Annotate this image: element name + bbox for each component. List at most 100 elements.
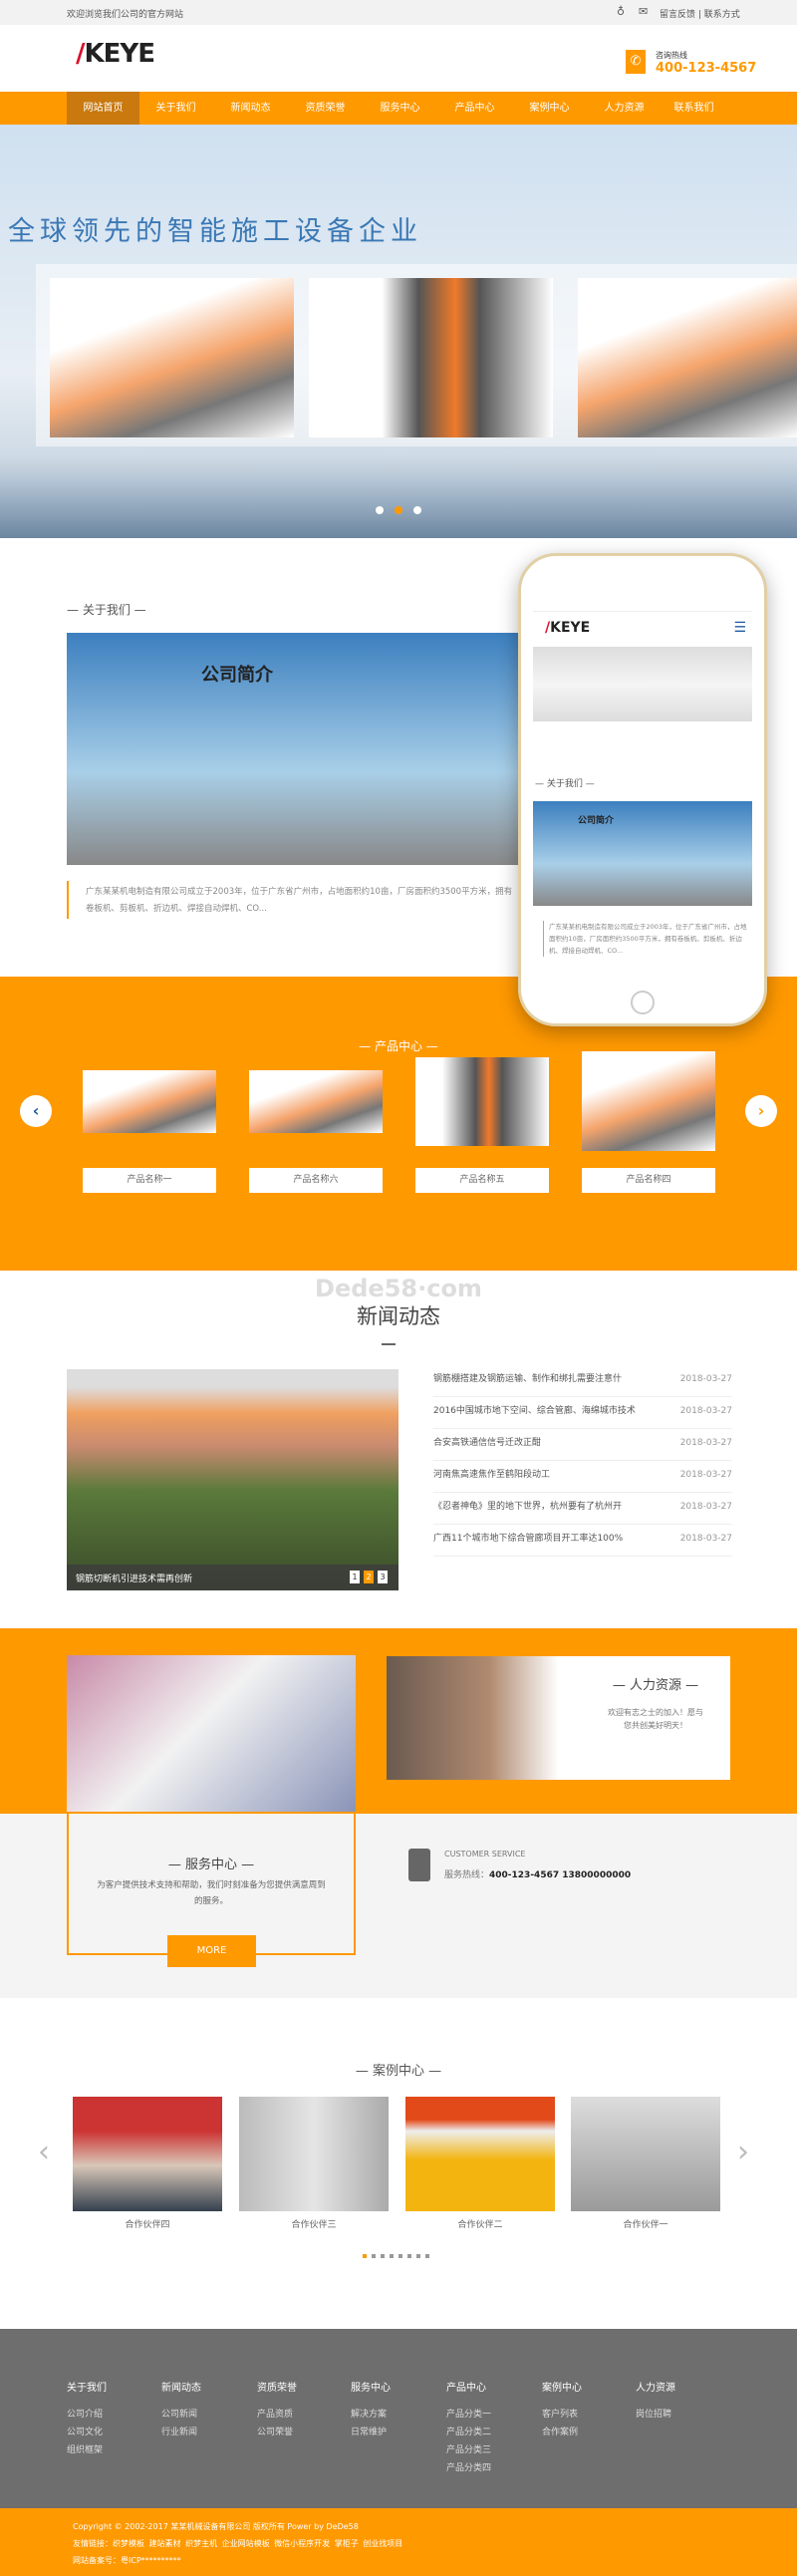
nav-hr[interactable]: 人力资源 [588,92,661,125]
friend-link[interactable]: 建站素材 [149,2539,181,2548]
nav-cases[interactable]: 案例中心 [513,92,586,125]
friend-link[interactable]: 掌柜子 [335,2539,359,2548]
case-dot[interactable] [425,2254,429,2258]
friend-link[interactable]: 织梦主机 [185,2539,217,2548]
next-arrow-icon[interactable]: › [745,1095,777,1127]
case-label[interactable]: 合作伙伴二 [405,2217,555,2230]
product-image[interactable] [582,1051,715,1151]
news-item[interactable]: 钢筋棚搭建及钢筋运输、制作和绑扎需要注意什 2018-03-27 [433,1365,732,1397]
news-item[interactable]: 广西11个城市地下综合管廊项目开工率达100% 2018-03-27 [433,1525,732,1557]
case-dot[interactable] [416,2254,420,2258]
news-item[interactable]: 2016中国城市地下空间、综合管廊、海绵城市技术 2018-03-27 [433,1397,732,1429]
footer-link[interactable]: 行业新闻 [161,2424,201,2441]
case-dot[interactable] [381,2254,385,2258]
logo[interactable]: /KEYE [76,39,155,69]
news-item[interactable]: 河南焦高速焦作至鹤阳段动工 2018-03-27 [433,1461,732,1493]
product-image[interactable] [83,1070,216,1133]
product-name[interactable]: 产品名称五 [415,1168,549,1193]
nav-news[interactable]: 新闻动态 [214,92,287,125]
news-item-date: 2018-03-27 [679,1534,732,1544]
friend-links-label: 友情链接： [73,2539,113,2548]
case-image[interactable] [571,2097,720,2211]
pager-1[interactable]: 1 [350,1571,360,1583]
case-label[interactable]: 合作伙伴四 [73,2217,222,2230]
case-image[interactable] [73,2097,222,2211]
more-button[interactable]: MORE [167,1935,256,1967]
banner-dot[interactable] [413,506,421,514]
news-item[interactable]: 《忍者神龟》里的地下世界，杭州要有了杭州开 2018-03-27 [433,1493,732,1525]
product-image[interactable] [249,1070,383,1133]
friend-link[interactable]: 织梦模板 [113,2539,144,2548]
case-image[interactable] [239,2097,389,2211]
cases-prev-arrow-icon[interactable]: ‹ [38,2135,50,2169]
news-item-title[interactable]: 河南焦高速焦作至鹤阳段动工 [433,1470,550,1480]
news-item-title[interactable]: 2016中国城市地下空间、综合管廊、海绵城市技术 [433,1406,636,1416]
banner-dot[interactable] [376,506,384,514]
friend-link[interactable]: 企业网站模板 [222,2539,270,2548]
footer-link[interactable]: 产品分类三 [446,2441,491,2459]
hotline-number: 400-123-4567 [656,61,757,76]
friend-link[interactable]: 微信小程序开发 [274,2539,330,2548]
news-item-title[interactable]: 广西11个城市地下综合管廊项目开工率达100% [433,1534,623,1544]
news-item[interactable]: 合安高铁通信信号迁改正酣 2018-03-27 [433,1429,732,1461]
weibo-icon[interactable]: ♁ [617,5,625,18]
nav-contact[interactable]: 联系我们 [658,92,730,125]
case-label[interactable]: 合作伙伴一 [571,2217,720,2230]
pager-2-active[interactable]: 2 [364,1571,374,1583]
wechat-icon[interactable]: ✉ [639,5,648,18]
footer-link[interactable]: 产品分类四 [446,2459,491,2477]
phone-mockup: /KEYE ☰ — 关于我们 — 公司简介 广东某某机电制造有限公司成立于200… [518,553,767,1026]
news-item-date: 2018-03-27 [679,1502,732,1512]
case-dot[interactable] [390,2254,394,2258]
footer-link[interactable]: 产品分类一 [446,2406,491,2424]
product-name[interactable]: 产品名称四 [582,1168,715,1193]
nav-about[interactable]: 关于我们 [139,92,212,125]
footer-link[interactable]: 解决方案 [351,2406,391,2424]
footer-link[interactable]: 合作案例 [542,2424,582,2441]
icp-number[interactable]: 网站备案号：粤ICP********** [73,2555,181,2566]
product-name[interactable]: 产品名称六 [249,1168,383,1193]
friend-link[interactable]: 创业找项目 [363,2539,402,2548]
nav-service[interactable]: 服务中心 [364,92,436,125]
product-image[interactable] [415,1057,549,1146]
footer-link[interactable]: 公司文化 [67,2424,107,2441]
case-label[interactable]: 合作伙伴三 [239,2217,389,2230]
case-dot[interactable] [407,2254,411,2258]
case-image[interactable] [405,2097,555,2211]
news-item-title[interactable]: 合安高铁通信信号迁改正酣 [433,1438,541,1448]
nav-home[interactable]: 网站首页 [67,92,139,125]
phone-about-image: 公司简介 [533,801,752,906]
hero-banner[interactable]: 全球领先的智能施工设备企业 [0,125,797,538]
banner-dot-active[interactable] [395,506,402,514]
news-featured-image[interactable]: 钢筋切断机引进技术需再创新 1 2 3 [67,1369,398,1590]
nav-honor[interactable]: 资质荣誉 [289,92,362,125]
hr-panel[interactable]: — 人力资源 — 欢迎有志之士的加入！愿与您共创美好明天！ [387,1656,730,1780]
cases-next-arrow-icon[interactable]: › [737,2135,749,2169]
footer-link[interactable]: 组织框架 [67,2441,107,2459]
featured-caption[interactable]: 钢筋切断机引进技术需再创新 [76,1572,192,1584]
pager-3[interactable]: 3 [378,1571,388,1583]
menu-icon[interactable]: ☰ [733,620,746,636]
footer-link[interactable]: 产品资质 [257,2406,297,2424]
footer-link[interactable]: 客户列表 [542,2406,582,2424]
news-item-title[interactable]: 钢筋棚搭建及钢筋运输、制作和绑扎需要注意什 [433,1374,622,1384]
news-item-title[interactable]: 《忍者神龟》里的地下世界，杭州要有了杭州开 [433,1502,622,1512]
news-item-date: 2018-03-27 [679,1438,732,1448]
product-name[interactable]: 产品名称一 [83,1168,216,1193]
telephone-icon [408,1849,430,1881]
case-dot-active[interactable] [363,2254,367,2258]
nav-products[interactable]: 产品中心 [438,92,511,125]
footer-link[interactable]: 日常维护 [351,2424,391,2441]
about-title: — 关于我们 — [67,603,146,617]
prev-arrow-icon[interactable]: ‹ [20,1095,52,1127]
friend-links: 友情链接：织梦模板 建站素材 织梦主机 企业网站模板 微信小程序开发 掌柜子 创… [73,2538,402,2549]
footer-link[interactable]: 公司介绍 [67,2406,107,2424]
top-links[interactable]: 留言反馈 | 联系方式 [660,7,740,20]
about-image[interactable]: 公司简介 [67,633,528,865]
footer-link[interactable]: 公司荣誉 [257,2424,297,2441]
case-dot[interactable] [398,2254,402,2258]
footer-link[interactable]: 公司新闻 [161,2406,201,2424]
case-dot[interactable] [372,2254,376,2258]
footer-link[interactable]: 岗位招聘 [636,2406,675,2424]
footer-link[interactable]: 产品分类二 [446,2424,491,2441]
